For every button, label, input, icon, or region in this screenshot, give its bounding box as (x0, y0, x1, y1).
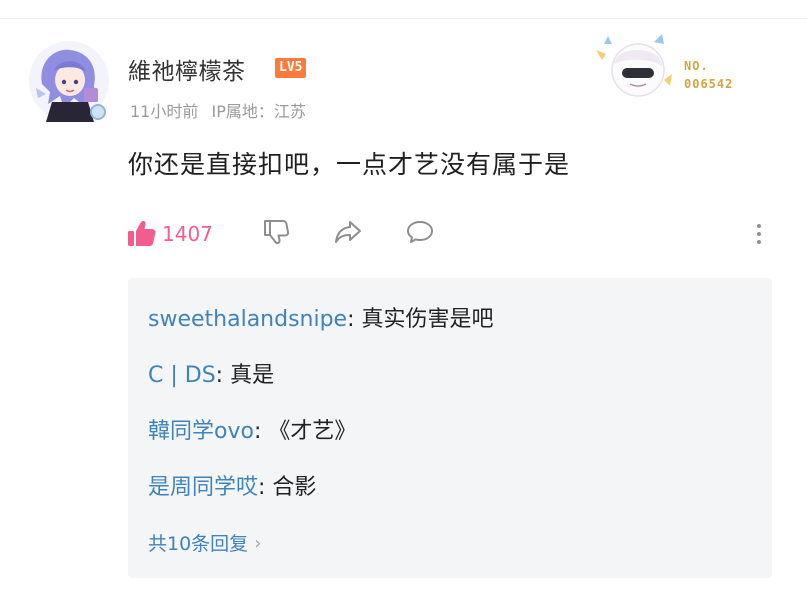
reply-separator: : (215, 363, 231, 388)
reply-text: 真实伤害是吧 (361, 307, 494, 332)
comment-time: 11小时前 (130, 102, 199, 121)
fan-badge-number-value: 006542 (684, 77, 734, 91)
comment-text: 你还是直接扣吧，一点才艺没有属于是 (128, 150, 571, 179)
reply-author[interactable]: 韓同学ovo (148, 419, 254, 444)
reply-item[interactable]: C | DS: 真是 (148, 356, 752, 412)
reply-button[interactable] (402, 214, 438, 250)
fan-badge-image (594, 30, 678, 100)
fan-badge-icon (596, 34, 672, 97)
avatar[interactable] (28, 40, 110, 122)
thumbs-down-icon (264, 220, 290, 245)
comment-meta: 11小时前 IP属地：江苏 (130, 98, 314, 122)
top-divider (0, 18, 807, 19)
reply-separator: : (253, 419, 269, 444)
comment-actions: 1407 (126, 214, 433, 254)
more-replies-label: 共10条回复 (148, 533, 249, 555)
username[interactable]: 維祂檸檬茶 (128, 52, 246, 86)
like-button[interactable]: 1407 (126, 218, 213, 250)
more-options-button[interactable] (747, 218, 771, 250)
level-badge: LV5 (275, 58, 307, 78)
ip-location: IP属地：江苏 (211, 102, 306, 121)
reply-author[interactable]: 是周同学哎 (148, 475, 258, 500)
fan-badge-number: NO. 006542 (684, 57, 733, 93)
reply-separator: : (347, 307, 362, 332)
reply-separator: : (258, 475, 273, 500)
reply-text: 《才艺》 (268, 419, 357, 444)
reply-text: 合影 (272, 475, 317, 500)
view-all-replies-link[interactable]: 共10条回复 › (148, 526, 261, 562)
reply-item[interactable]: 是周同学哎: 合影 (148, 468, 752, 524)
reply-text: 真是 (230, 363, 275, 388)
avatar-illustration (29, 41, 109, 122)
reply-item[interactable]: 韓同学ovo: 《才艺》 (148, 412, 752, 468)
share-button[interactable] (330, 214, 366, 250)
more-vertical-icon (757, 224, 761, 228)
thumbs-up-icon (128, 220, 156, 246)
dislike-button[interactable] (258, 214, 294, 250)
chevron-right-icon: › (254, 533, 262, 554)
reply-author[interactable]: sweethalandsnipe (148, 307, 347, 332)
reply-item[interactable]: sweethalandsnipe: 真实伤害是吧 (148, 300, 752, 356)
like-count: 1407 (162, 222, 213, 246)
reply-author[interactable]: C | DS (148, 363, 216, 388)
fan-badge-no-label: NO. (684, 59, 709, 73)
replies-preview[interactable]: sweethalandsnipe: 真实伤害是吧 C | DS: 真是 韓同学o… (128, 278, 772, 578)
speech-bubble-icon (407, 221, 433, 243)
share-arrow-icon (335, 221, 361, 243)
